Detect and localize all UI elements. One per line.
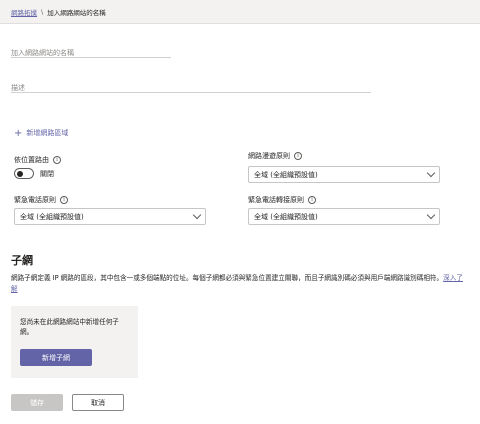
emergency-call-routing-policy-select[interactable]: 全域 (全組織預設值) — [248, 208, 440, 225]
roaming-policy-label-row: 網路漫遊原則 i — [248, 151, 302, 161]
name-field-container — [11, 40, 171, 62]
chevron-down-icon — [426, 168, 436, 178]
subnets-description: 網路子網定義 IP 網路的區段，其中包含一或多個端點的位址。每個子網都必須與緊急… — [11, 273, 467, 295]
roaming-policy-select[interactable]: 全域 (全組織預設值) — [248, 166, 440, 183]
add-network-region-label: 新增網路區域 — [26, 129, 69, 137]
chevron-down-icon — [192, 210, 202, 220]
location-routing-label-row: 依位置路由 i — [14, 155, 61, 165]
breadcrumb-parent-link[interactable]: 網路拓撲 — [11, 7, 37, 17]
description-field-container — [11, 75, 371, 97]
location-routing-label: 依位置路由 — [14, 156, 49, 164]
location-routing-state: 關閉 — [40, 169, 54, 178]
location-routing-toggle[interactable] — [14, 168, 34, 179]
emergency-calling-policy-label: 緊急電話原則 — [14, 196, 56, 204]
toggle-knob — [17, 170, 23, 177]
emergency-call-routing-policy-value: 全域 (全組織預設值) — [254, 212, 318, 221]
info-icon[interactable]: i — [294, 152, 302, 160]
breadcrumb-current: 加入網路網站的名稱 — [47, 8, 106, 17]
info-icon[interactable]: i — [308, 196, 316, 204]
subnets-section-title: 子網 — [11, 254, 33, 267]
roaming-policy-label: 網路漫遊原則 — [248, 152, 290, 160]
emergency-calling-policy-value: 全域 (全組織預設值) — [20, 212, 84, 221]
subnets-empty-message: 您尚未在此網路網站中新增任何子網。 — [20, 318, 119, 336]
roaming-policy-value: 全域 (全組織預設值) — [254, 170, 318, 179]
plus-icon: + — [14, 127, 23, 139]
save-button[interactable]: 儲存 — [11, 394, 63, 411]
emergency-calling-policy-select[interactable]: 全域 (全組織預設值) — [14, 208, 206, 225]
description-input[interactable] — [11, 79, 371, 97]
add-subnet-button[interactable]: 新增子網 — [20, 349, 92, 366]
info-icon[interactable]: i — [60, 196, 68, 204]
info-icon[interactable]: i — [53, 156, 61, 164]
location-routing-toggle-row: 關閉 — [14, 168, 54, 179]
chevron-down-icon — [426, 210, 436, 220]
emergency-calling-policy-label-row: 緊急電話原則 i — [14, 195, 68, 205]
subnets-description-text: 網路子網定義 IP 網路的區段，其中包含一或多個端點的位址。每個子網都必須與緊急… — [11, 274, 444, 282]
breadcrumb: 網路拓撲 \ 加入網路網站的名稱 — [0, 0, 480, 24]
breadcrumb-separator: \ — [41, 7, 44, 16]
site-name-input[interactable] — [11, 44, 171, 62]
subnets-empty-state: 您尚未在此網路網站中新增任何子網。 新增子網 — [11, 306, 138, 378]
emergency-call-routing-policy-label: 緊急電話轉接原則 — [248, 196, 304, 204]
emergency-call-routing-policy-label-row: 緊急電話轉接原則 i — [248, 195, 316, 205]
add-network-region-link[interactable]: + 新增網路區域 — [14, 128, 68, 138]
cancel-button[interactable]: 取消 — [72, 394, 124, 411]
